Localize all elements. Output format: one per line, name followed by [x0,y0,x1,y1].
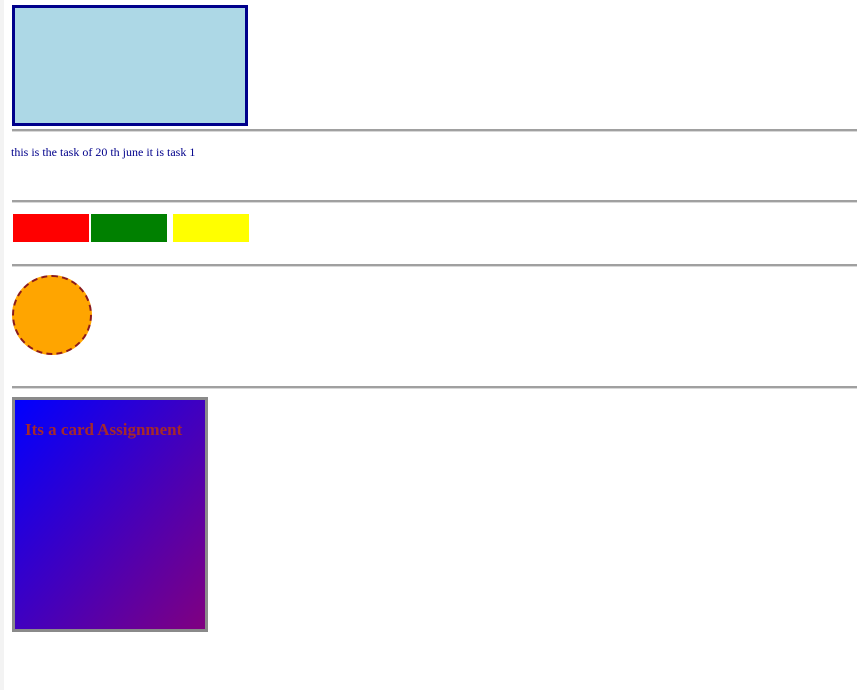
divider [12,386,857,389]
page: this is the task of 20 th june it is tas… [0,0,857,690]
card-title: Its a card Assignment [25,420,183,439]
task-text: this is the task of 20 th june it is tas… [11,145,196,159]
divider [12,129,857,132]
orange-circle [12,275,92,355]
green-box [90,213,168,243]
assignment-card: Its a card Assignment [12,397,208,632]
divider [12,264,857,267]
yellow-box [172,213,250,243]
divider [12,200,857,203]
light-blue-box [12,5,248,126]
red-box [12,213,90,243]
